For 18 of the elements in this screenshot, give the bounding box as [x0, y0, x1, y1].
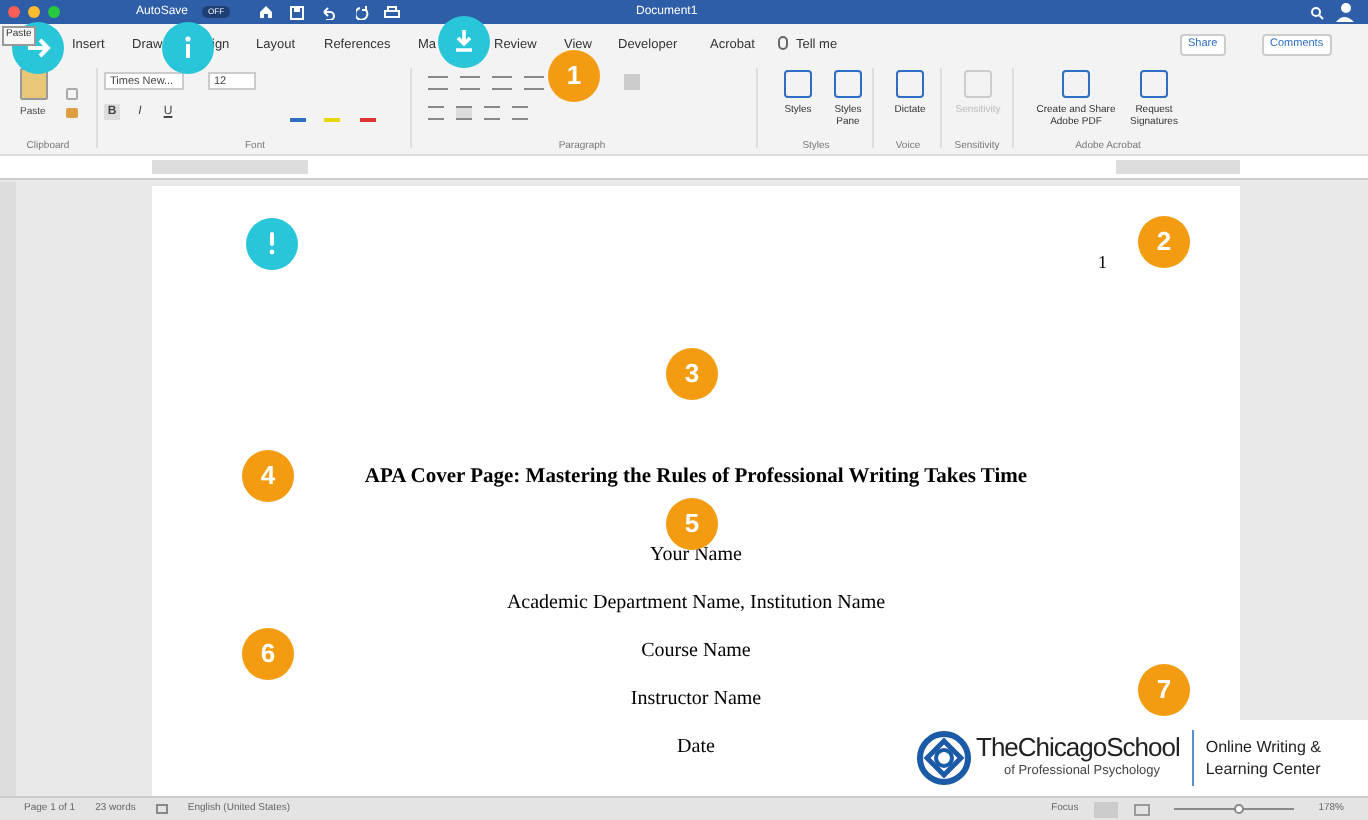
- document-line: Date: [677, 735, 715, 760]
- logo-unit-name: Learning Center: [1205, 758, 1322, 780]
- knot-logo-icon: [916, 730, 972, 786]
- redo-icon[interactable]: [356, 5, 371, 19]
- slider-thumb[interactable]: [1234, 804, 1245, 814]
- save-icon[interactable]: [290, 5, 305, 19]
- page-number: 1: [1098, 250, 1107, 276]
- document-line: Course Name: [641, 639, 751, 664]
- user-icon[interactable]: [1336, 2, 1354, 22]
- search-icon[interactable]: [1310, 6, 1324, 20]
- logo-unit-name: Online Writing &: [1205, 736, 1322, 758]
- print-icon[interactable]: [384, 5, 401, 19]
- undo-icon[interactable]: [320, 5, 337, 19]
- document-line: Academic Department Name, Institution Name: [506, 591, 886, 616]
- home-icon[interactable]: [258, 4, 275, 20]
- document-title: APA Cover Page: Mastering the Rules of Professional Writing Takes Time: [364, 464, 1028, 492]
- logo-wordmark: TheChicagoSchool: [976, 734, 1180, 763]
- document-line: Instructor Name: [630, 687, 762, 712]
